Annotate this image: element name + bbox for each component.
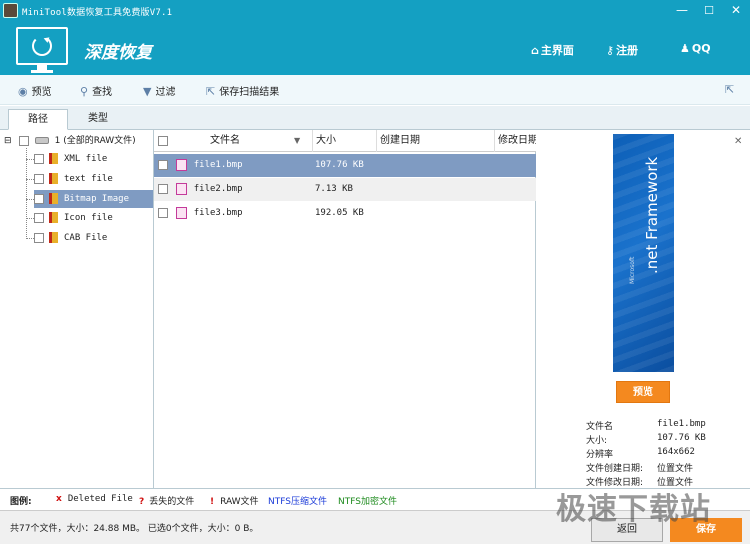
info-label: 大小: [586,436,608,446]
file-row[interactable]: file3.bmp 192.05 KB [154,202,536,225]
home-icon: ⌂ [531,44,539,57]
window-title: MiniTool数据恢复工具免费版V7.1 [22,8,173,18]
qq-penguin-icon: ♟ [680,42,690,55]
folder-tree: ⊟ 1 (全部的RAW文件) XML file text file Bitmap… [0,130,154,488]
collapse-icon[interactable]: ⊟ [4,132,13,150]
find-tool-button[interactable]: ⚲ 查找 [80,83,112,98]
preview-button[interactable]: 预览 [616,381,670,403]
legend-ntfs-encrypted: NTFS加密文件 [338,497,397,507]
preview-image: .net Framework Microsoft [613,134,674,372]
share-button[interactable]: ⇱ [725,83,738,96]
info-value: file1.bmp [657,419,706,429]
bmp-file-icon [175,182,187,195]
deleted-mark-icon: x [56,494,62,504]
deep-recovery-icon [16,27,68,73]
tree-item[interactable]: CAB File [34,229,107,247]
bmp-file-icon [175,206,187,219]
bmp-file-icon [175,158,187,171]
tree-root-checkbox[interactable] [18,135,29,146]
file-list: 文件名 ▼ 大小 创建日期 修改日期 file1.bmp 107.76 KB f… [154,130,536,488]
legend-label: 图例: [10,497,32,507]
tab-path[interactable]: 路径 [8,109,68,130]
file-checkbox[interactable] [158,183,168,194]
file-checkbox[interactable] [158,207,168,218]
legend-deleted: x Deleted File [56,494,133,504]
watermark: 极速下载站 [556,492,711,527]
tree-item[interactable]: Icon file [34,209,113,227]
folder-icon [49,153,58,164]
info-label: 分辨率 [586,450,614,460]
col-filename[interactable]: 文件名 [172,130,312,152]
info-value: 107.76 KB [657,433,706,443]
info-label: 文件创建日期: [586,464,644,474]
folder-icon [49,173,58,184]
toolbar: ◉ 预览 ⚲ 查找 ▼ 过滤 ⇱ 保存扫描结果 ⇱ [0,75,750,105]
col-size[interactable]: 大小 [312,130,376,152]
filter-tool-button[interactable]: ▼ 过滤 [143,83,175,98]
tab-type[interactable]: 类型 [68,109,128,130]
tree-root[interactable]: ⊟ 1 (全部的RAW文件) [4,132,136,150]
info-value: 164x662 [657,447,695,457]
raw-mark-icon: ! [210,497,215,507]
nav-home[interactable]: ⌂ 主界面 [531,42,574,58]
preview-tool-button[interactable]: ◉ 预览 [18,83,52,98]
folder-icon [49,232,58,243]
file-checkbox[interactable] [158,159,168,170]
status-text: 共77个文件，大小：24.88 MB。 已选0个文件，大小：0 B。 [10,524,259,534]
info-label: 文件名 [586,422,614,432]
app-icon [3,3,18,18]
page-title: 深度恢复 [84,43,152,63]
folder-icon [49,212,58,223]
search-icon: ⚲ [80,85,89,98]
tree-item-checkbox[interactable] [34,212,44,223]
select-all-checkbox[interactable] [158,136,168,146]
legend-lost: ? 丢失的文件 [139,497,195,507]
column-header: 文件名 ▼ 大小 创建日期 修改日期 [154,130,536,152]
folder-icon [49,193,58,204]
app-header: 深度恢复 ⌂ 主界面 ⚷ 注册 ♟ QQ [0,22,750,75]
tree-item-selected[interactable]: Bitmap Image [34,190,153,208]
info-value: 位置文件 [657,464,694,474]
funnel-icon: ▼ [143,85,152,98]
eye-icon: ◉ [18,85,28,98]
legend-raw: ! RAW文件 [210,497,259,507]
close-preview-button[interactable]: ✕ [734,136,742,147]
nav-qq[interactable]: ♟ QQ [680,42,711,55]
minimize-button[interactable]: — [671,2,693,19]
drive-icon [34,137,49,144]
lost-mark-icon: ? [139,497,145,507]
file-row[interactable]: file2.bmp 7.13 KB [154,178,536,201]
col-created[interactable]: 创建日期 [376,130,494,152]
save-scan-button[interactable]: ⇱ 保存扫描结果 [206,83,279,98]
tree-item-checkbox[interactable] [34,193,44,204]
close-button[interactable]: ✕ [725,2,747,19]
tree-item[interactable]: XML file [34,150,107,168]
view-tabs: 路径 类型 [0,106,750,130]
col-modified[interactable]: 修改日期 [494,130,536,152]
tree-item-checkbox[interactable] [34,153,44,164]
export-icon: ⇱ [206,85,216,98]
key-icon: ⚷ [606,44,615,57]
sort-desc-icon: ▼ [294,136,301,145]
tree-item-checkbox[interactable] [34,173,44,184]
tree-item-checkbox[interactable] [34,232,44,243]
maximize-button[interactable]: ☐ [698,2,720,19]
export-icon: ⇱ [725,83,735,96]
tree-item[interactable]: text file [34,170,113,188]
file-row-selected[interactable]: file1.bmp 107.76 KB [154,154,536,177]
preview-pane: ✕ .net Framework Microsoft 预览 文件名 file1.… [536,130,750,488]
title-bar: MiniTool数据恢复工具免费版V7.1 — ☐ ✕ [0,0,750,22]
legend-ntfs-compressed: NTFS压缩文件 [268,497,327,507]
nav-register[interactable]: ⚷ 注册 [606,42,638,58]
